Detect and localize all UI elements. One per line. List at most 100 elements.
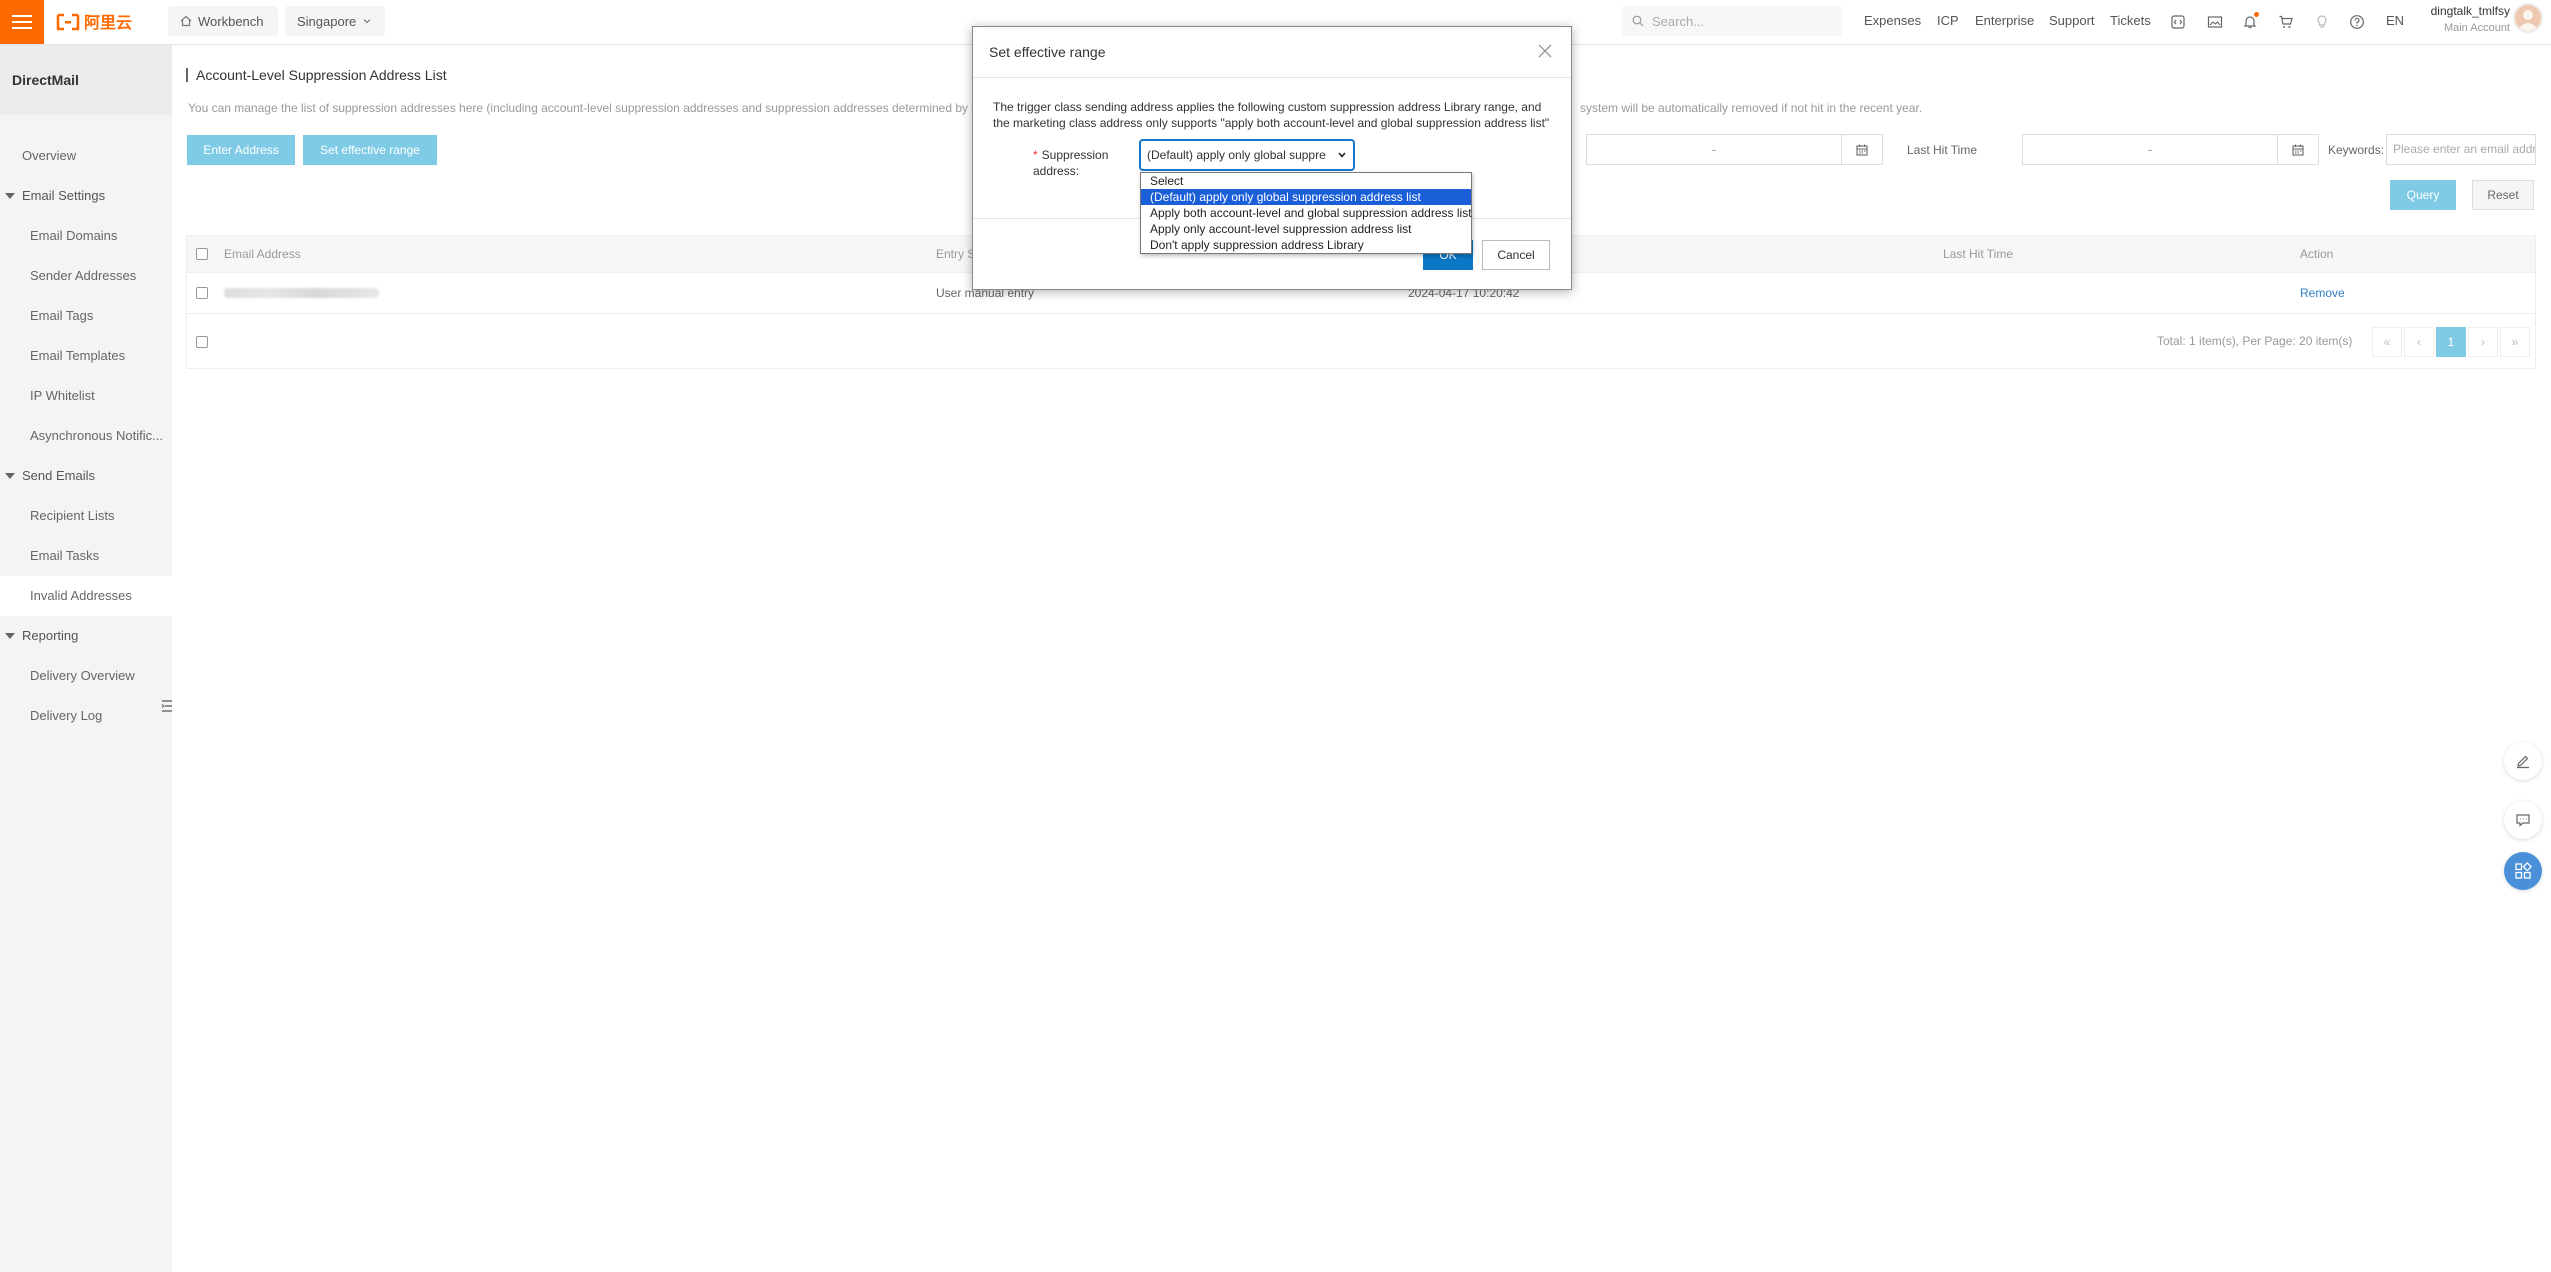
link-expenses[interactable]: Expenses	[1864, 13, 1921, 28]
chevron-down-icon	[363, 19, 371, 24]
query-button[interactable]: Query	[2390, 180, 2456, 210]
entry-date-range-input[interactable]: -	[1586, 134, 1842, 165]
required-marker: *	[1033, 148, 1038, 162]
header-email-address: Email Address	[224, 247, 301, 261]
select-value: (Default) apply only global suppre	[1147, 148, 1326, 162]
page-description-tail: system will be automatically removed if …	[1580, 101, 1923, 115]
link-icp[interactable]: ICP	[1937, 13, 1959, 28]
calendar-icon[interactable]	[1841, 134, 1883, 165]
sidebar-item-sender-addresses[interactable]: Sender Addresses	[0, 256, 172, 296]
region-selector[interactable]: Singapore	[285, 6, 385, 36]
workbench-button[interactable]: Workbench	[168, 6, 278, 36]
user-name: dingtalk_tmlfsy	[2430, 4, 2510, 18]
enter-address-button[interactable]: Enter Address	[187, 135, 295, 165]
row-email-address	[224, 273, 379, 313]
sidebar-item-email-domains[interactable]: Email Domains	[0, 216, 172, 256]
calendar-icon[interactable]	[2277, 134, 2319, 165]
bell-icon[interactable]	[2240, 12, 2260, 32]
header-last-hit-time: Last Hit Time	[1943, 247, 2014, 261]
sidebar-item-email-templates[interactable]: Email Templates	[0, 336, 172, 376]
suppression-address-select[interactable]: (Default) apply only global suppre	[1140, 140, 1354, 170]
page-1-button[interactable]: 1	[2436, 327, 2466, 357]
option-none[interactable]: Don't apply suppression address Library	[1141, 237, 1471, 253]
region-label: Singapore	[297, 13, 357, 29]
prev-page-button[interactable]: ‹	[2404, 327, 2434, 357]
close-icon[interactable]	[1533, 39, 1557, 63]
sidebar-item-ip-whitelist[interactable]: IP Whitelist	[0, 376, 172, 416]
help-icon[interactable]	[2347, 12, 2367, 32]
sidebar-item-recipient-lists[interactable]: Recipient Lists	[0, 496, 172, 536]
sidebar-group-label: Send Emails	[22, 468, 95, 483]
dialog-description: The trigger class sending address applie…	[993, 100, 1550, 130]
last-hit-time-label: Last Hit Time	[1907, 143, 1978, 157]
global-search-input[interactable]: Search...	[1622, 6, 1842, 36]
sidebar-group-reporting[interactable]: Reporting	[0, 616, 172, 656]
sidebar-group-email-settings[interactable]: Email Settings	[0, 176, 172, 216]
page-description: You can manage the list of suppression a…	[188, 101, 989, 115]
first-page-button[interactable]: «	[2372, 327, 2402, 357]
remove-link[interactable]: Remove	[2300, 273, 2345, 313]
pagination: « ‹ 1 › »	[2372, 327, 2530, 357]
chat-icon[interactable]	[2504, 801, 2542, 839]
dialog-title: Set effective range	[989, 44, 1106, 60]
sidebar-group-label: Reporting	[22, 628, 79, 643]
bulb-icon[interactable]	[2312, 12, 2332, 32]
header-entry-source: Entry S	[936, 247, 976, 261]
pagination-summary: Total: 1 item(s), Per Page: 20 item(s)	[2157, 334, 2353, 348]
select-all-checkbox[interactable]	[196, 248, 208, 260]
sidebar-item-delivery-log[interactable]: Delivery Log	[0, 696, 172, 736]
suppression-address-label-text: Suppression address:	[1033, 148, 1109, 178]
notification-dot	[2254, 12, 2259, 17]
sidebar-item-email-tasks[interactable]: Email Tasks	[0, 536, 172, 576]
table-footer: Total: 1 item(s), Per Page: 20 item(s) «…	[187, 314, 2535, 368]
link-tickets[interactable]: Tickets	[2110, 13, 2151, 28]
search-icon	[1632, 15, 1644, 27]
workbench-label: Workbench	[198, 13, 264, 29]
sidebar-item-invalid-addresses[interactable]: Invalid Addresses	[0, 576, 172, 616]
option-default-global[interactable]: (Default) apply only global suppression …	[1141, 189, 1471, 205]
home-icon	[180, 15, 192, 27]
user-role: Main Account	[2443, 22, 2510, 34]
sidebar-item-async-notifications[interactable]: Asynchronous Notific...	[0, 416, 172, 456]
option-account-only[interactable]: Apply only account-level suppression add…	[1141, 221, 1471, 237]
option-select[interactable]: Select	[1141, 173, 1471, 189]
cart-icon[interactable]	[2276, 12, 2296, 32]
sidebar-item-overview[interactable]: Overview	[0, 136, 172, 176]
dialog-header: Set effective range	[973, 27, 1571, 78]
sidebar-title: DirectMail	[0, 45, 172, 115]
blurred-email	[224, 288, 379, 298]
reset-button[interactable]: Reset	[2472, 180, 2534, 210]
sidebar-item-delivery-overview[interactable]: Delivery Overview	[0, 656, 172, 696]
keywords-input[interactable]: Please enter an email address	[2386, 134, 2536, 165]
link-support[interactable]: Support	[2049, 13, 2095, 28]
user-info[interactable]: dingtalk_tmlfsy Main Account	[2400, 4, 2510, 34]
apps-icon[interactable]	[2504, 852, 2542, 890]
sidebar: DirectMail Overview Email Settings Email…	[0, 45, 172, 1272]
sidebar-group-send-emails[interactable]: Send Emails	[0, 456, 172, 496]
caret-down-icon	[5, 193, 15, 199]
header-action: Action	[2300, 247, 2334, 261]
menu-icon[interactable]	[0, 0, 44, 44]
caret-down-icon	[5, 473, 15, 479]
sidebar-item-email-tags[interactable]: Email Tags	[0, 296, 172, 336]
row-checkbox[interactable]	[196, 287, 208, 299]
footer-select-checkbox[interactable]	[196, 336, 208, 348]
page-title: Account-Level Suppression Address List	[186, 68, 447, 82]
search-placeholder: Search...	[1652, 13, 1705, 29]
image-icon[interactable]	[2205, 12, 2225, 32]
link-enterprise[interactable]: Enterprise	[1975, 13, 2034, 28]
next-page-button[interactable]: ›	[2468, 327, 2498, 357]
keywords-label: Keywords:	[2328, 143, 2385, 157]
cancel-button[interactable]: Cancel	[1482, 240, 1550, 270]
option-account-and-global[interactable]: Apply both account-level and global supp…	[1141, 205, 1472, 221]
suppression-address-label: * Suppression address:	[1033, 147, 1108, 179]
suppression-address-dropdown: Select (Default) apply only global suppr…	[1140, 172, 1472, 254]
aliyun-logo[interactable]: 阿里云	[56, 10, 142, 34]
edit-icon[interactable]	[2504, 742, 2542, 780]
code-icon[interactable]	[2168, 12, 2188, 32]
sidebar-group-label: Email Settings	[22, 188, 106, 203]
avatar[interactable]	[2513, 3, 2543, 33]
last-hit-date-range-input[interactable]: -	[2022, 134, 2278, 165]
set-effective-range-button[interactable]: Set effective range	[303, 135, 437, 165]
last-page-button[interactable]: »	[2500, 327, 2530, 357]
